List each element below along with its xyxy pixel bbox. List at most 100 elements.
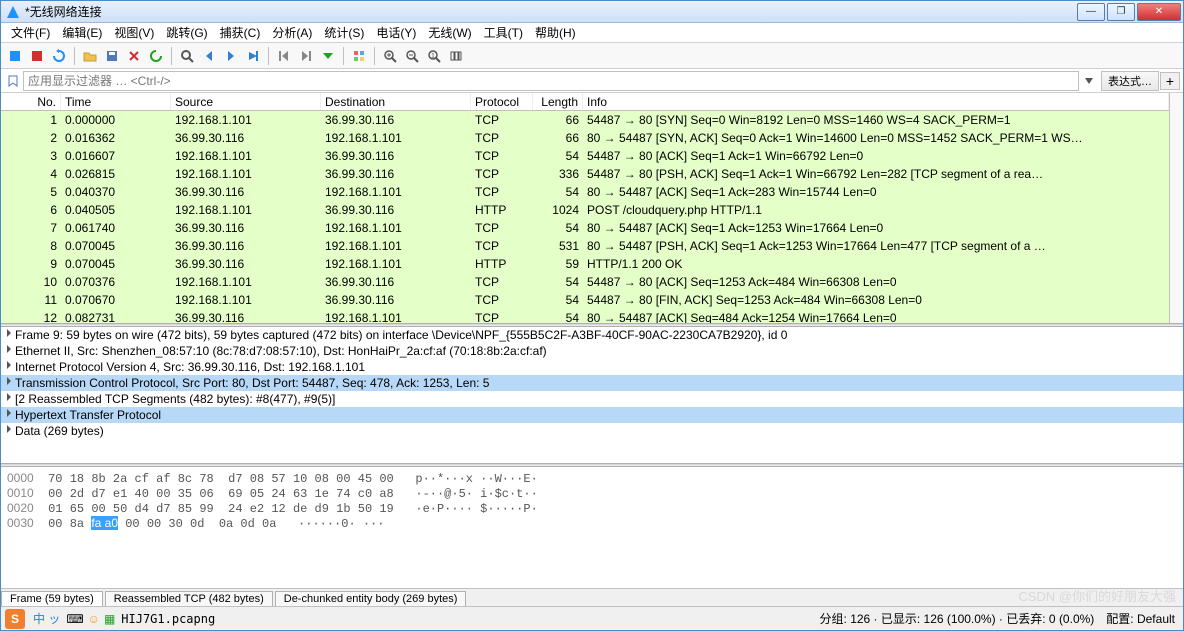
packet-list-body[interactable]: 10.000000192.168.1.10136.99.30.116TCP665… [1, 111, 1169, 323]
detail-line[interactable]: Internet Protocol Version 4, Src: 36.99.… [1, 359, 1183, 375]
save-icon[interactable] [102, 46, 122, 66]
stop-capture-icon[interactable] [27, 46, 47, 66]
open-file-icon[interactable] [80, 46, 100, 66]
detail-line[interactable]: Ethernet II, Src: Shenzhen_08:57:10 (8c:… [1, 343, 1183, 359]
go-to-packet-icon[interactable] [243, 46, 263, 66]
bytes-tabbar: Frame (59 bytes)Reassembled TCP (482 byt… [1, 588, 1183, 606]
go-back-icon[interactable] [199, 46, 219, 66]
column-length[interactable]: Length [533, 93, 583, 110]
packet-bytes-pane[interactable]: 0000 70 18 8b 2a cf af 8c 78 d7 08 57 10… [1, 467, 1183, 588]
bytes-tab[interactable]: Frame (59 bytes) [1, 591, 103, 606]
toolbar-separator [171, 47, 172, 65]
bytes-tab[interactable]: De-chunked entity body (269 bytes) [275, 591, 467, 606]
watermark: CSDN @你们的好朋友大强 [1018, 586, 1176, 605]
bookmark-filter-icon[interactable] [4, 72, 22, 90]
menu-帮助h[interactable]: 帮助(H) [529, 22, 582, 43]
expand-icon[interactable] [7, 393, 11, 401]
column-info[interactable]: Info [583, 93, 1169, 110]
menu-视图v[interactable]: 视图(V) [108, 22, 160, 43]
packet-row[interactable]: 10.000000192.168.1.10136.99.30.116TCP665… [1, 111, 1169, 129]
packet-row[interactable]: 50.04037036.99.30.116192.168.1.101TCP548… [1, 183, 1169, 201]
detail-line[interactable]: Data (269 bytes) [1, 423, 1183, 439]
packet-row[interactable]: 90.07004536.99.30.116192.168.1.101HTTP59… [1, 255, 1169, 273]
menu-无线w[interactable]: 无线(W) [422, 22, 477, 43]
column-no[interactable]: No. [1, 93, 61, 110]
expand-icon[interactable] [7, 361, 11, 369]
resize-columns-icon[interactable] [446, 46, 466, 66]
expand-icon[interactable] [7, 425, 11, 433]
menu-统计s[interactable]: 统计(S) [318, 22, 370, 43]
expand-icon[interactable] [7, 377, 11, 385]
packet-row[interactable]: 120.08273136.99.30.116192.168.1.101TCP54… [1, 309, 1169, 323]
status-keyboard-icon[interactable]: ⌨ [66, 612, 83, 626]
packet-row[interactable]: 80.07004536.99.30.116192.168.1.101TCP531… [1, 237, 1169, 255]
menu-工具t[interactable]: 工具(T) [478, 22, 529, 43]
go-last-icon[interactable] [296, 46, 316, 66]
menu-电话y[interactable]: 电话(Y) [370, 22, 422, 43]
restart-capture-icon[interactable] [49, 46, 69, 66]
packet-row[interactable]: 20.01636236.99.30.116192.168.1.101TCP668… [1, 129, 1169, 147]
zoom-reset-icon[interactable]: 1 [424, 46, 444, 66]
menubar: 文件(F)编辑(E)视图(V)跳转(G)捕获(C)分析(A)统计(S)电话(Y)… [1, 23, 1183, 43]
detail-line[interactable]: Hypertext Transfer Protocol [1, 407, 1183, 423]
statusbar: S 中 ッ ⌨ ☺ ▦ HIJ7G1.pcapng 分组: 126 · 已显示:… [1, 606, 1183, 630]
status-emoji-icon[interactable]: ☺ [88, 612, 100, 626]
packet-minimap[interactable] [1169, 93, 1183, 323]
expression-button[interactable]: 表达式… [1101, 71, 1159, 91]
expand-icon[interactable] [7, 329, 11, 337]
go-forward-icon[interactable] [221, 46, 241, 66]
maximize-button[interactable]: ❐ [1107, 3, 1135, 21]
bytes-tab[interactable]: Reassembled TCP (482 bytes) [105, 591, 273, 606]
column-time[interactable]: Time [61, 93, 171, 110]
expand-icon[interactable] [7, 345, 11, 353]
packet-row[interactable]: 70.06174036.99.30.116192.168.1.101TCP548… [1, 219, 1169, 237]
packet-row[interactable]: 30.016607192.168.1.10136.99.30.116TCP545… [1, 147, 1169, 165]
column-protocol[interactable]: Protocol [471, 93, 533, 110]
close-file-icon[interactable] [124, 46, 144, 66]
auto-scroll-icon[interactable] [318, 46, 338, 66]
zoom-out-icon[interactable] [402, 46, 422, 66]
column-destination[interactable]: Destination [321, 93, 471, 110]
menu-文件f[interactable]: 文件(F) [5, 22, 56, 43]
toolbar-separator [374, 47, 375, 65]
close-button[interactable]: ✕ [1137, 3, 1181, 21]
add-filter-button[interactable]: + [1160, 72, 1180, 90]
zoom-in-icon[interactable] [380, 46, 400, 66]
packet-details-pane[interactable]: Frame 9: 59 bytes on wire (472 bits), 59… [1, 327, 1183, 463]
app-icon [5, 4, 21, 20]
menu-分析a[interactable]: 分析(A) [266, 22, 318, 43]
status-packets: 分组: 126 · 已显示: 126 (100.0%) · 已丢弃: 0 (0.… [820, 610, 1095, 627]
packet-row[interactable]: 40.026815192.168.1.10136.99.30.116TCP336… [1, 165, 1169, 183]
find-icon[interactable] [177, 46, 197, 66]
packet-list-pane: No. Time Source Destination Protocol Len… [1, 93, 1183, 323]
filter-bar: 表达式… + [1, 69, 1183, 93]
reload-icon[interactable] [146, 46, 166, 66]
menu-捕获c[interactable]: 捕获(C) [214, 22, 267, 43]
go-first-icon[interactable] [274, 46, 294, 66]
minimize-button[interactable]: — [1077, 3, 1105, 21]
start-capture-icon[interactable] [5, 46, 25, 66]
toolbar-separator [74, 47, 75, 65]
detail-line[interactable]: Transmission Control Protocol, Src Port:… [1, 375, 1183, 391]
packet-list-header[interactable]: No. Time Source Destination Protocol Len… [1, 93, 1169, 111]
colorize-icon[interactable] [349, 46, 369, 66]
titlebar: *无线网络连接 — ❐ ✕ [1, 1, 1183, 23]
packet-row[interactable]: 100.070376192.168.1.10136.99.30.116TCP54… [1, 273, 1169, 291]
status-file: HIJ7G1.pcapng [121, 612, 215, 626]
display-filter-input[interactable] [23, 71, 1079, 91]
detail-line[interactable]: [2 Reassembled TCP Segments (482 bytes):… [1, 391, 1183, 407]
status-lang[interactable]: 中 ッ [33, 610, 60, 627]
toolbar-separator [268, 47, 269, 65]
detail-line[interactable]: Frame 9: 59 bytes on wire (472 bits), 59… [1, 327, 1183, 343]
filter-dropdown-icon[interactable] [1080, 72, 1098, 90]
menu-编辑e[interactable]: 编辑(E) [56, 22, 108, 43]
column-source[interactable]: Source [171, 93, 321, 110]
status-profile[interactable]: 配置: Default [1106, 610, 1175, 627]
ime-icon[interactable]: S [5, 609, 25, 629]
svg-text:1: 1 [431, 53, 435, 60]
packet-row[interactable]: 110.070670192.168.1.10136.99.30.116TCP54… [1, 291, 1169, 309]
menu-跳转g[interactable]: 跳转(G) [160, 22, 213, 43]
status-grid-icon[interactable]: ▦ [104, 612, 115, 626]
packet-row[interactable]: 60.040505192.168.1.10136.99.30.116HTTP10… [1, 201, 1169, 219]
expand-icon[interactable] [7, 409, 11, 417]
